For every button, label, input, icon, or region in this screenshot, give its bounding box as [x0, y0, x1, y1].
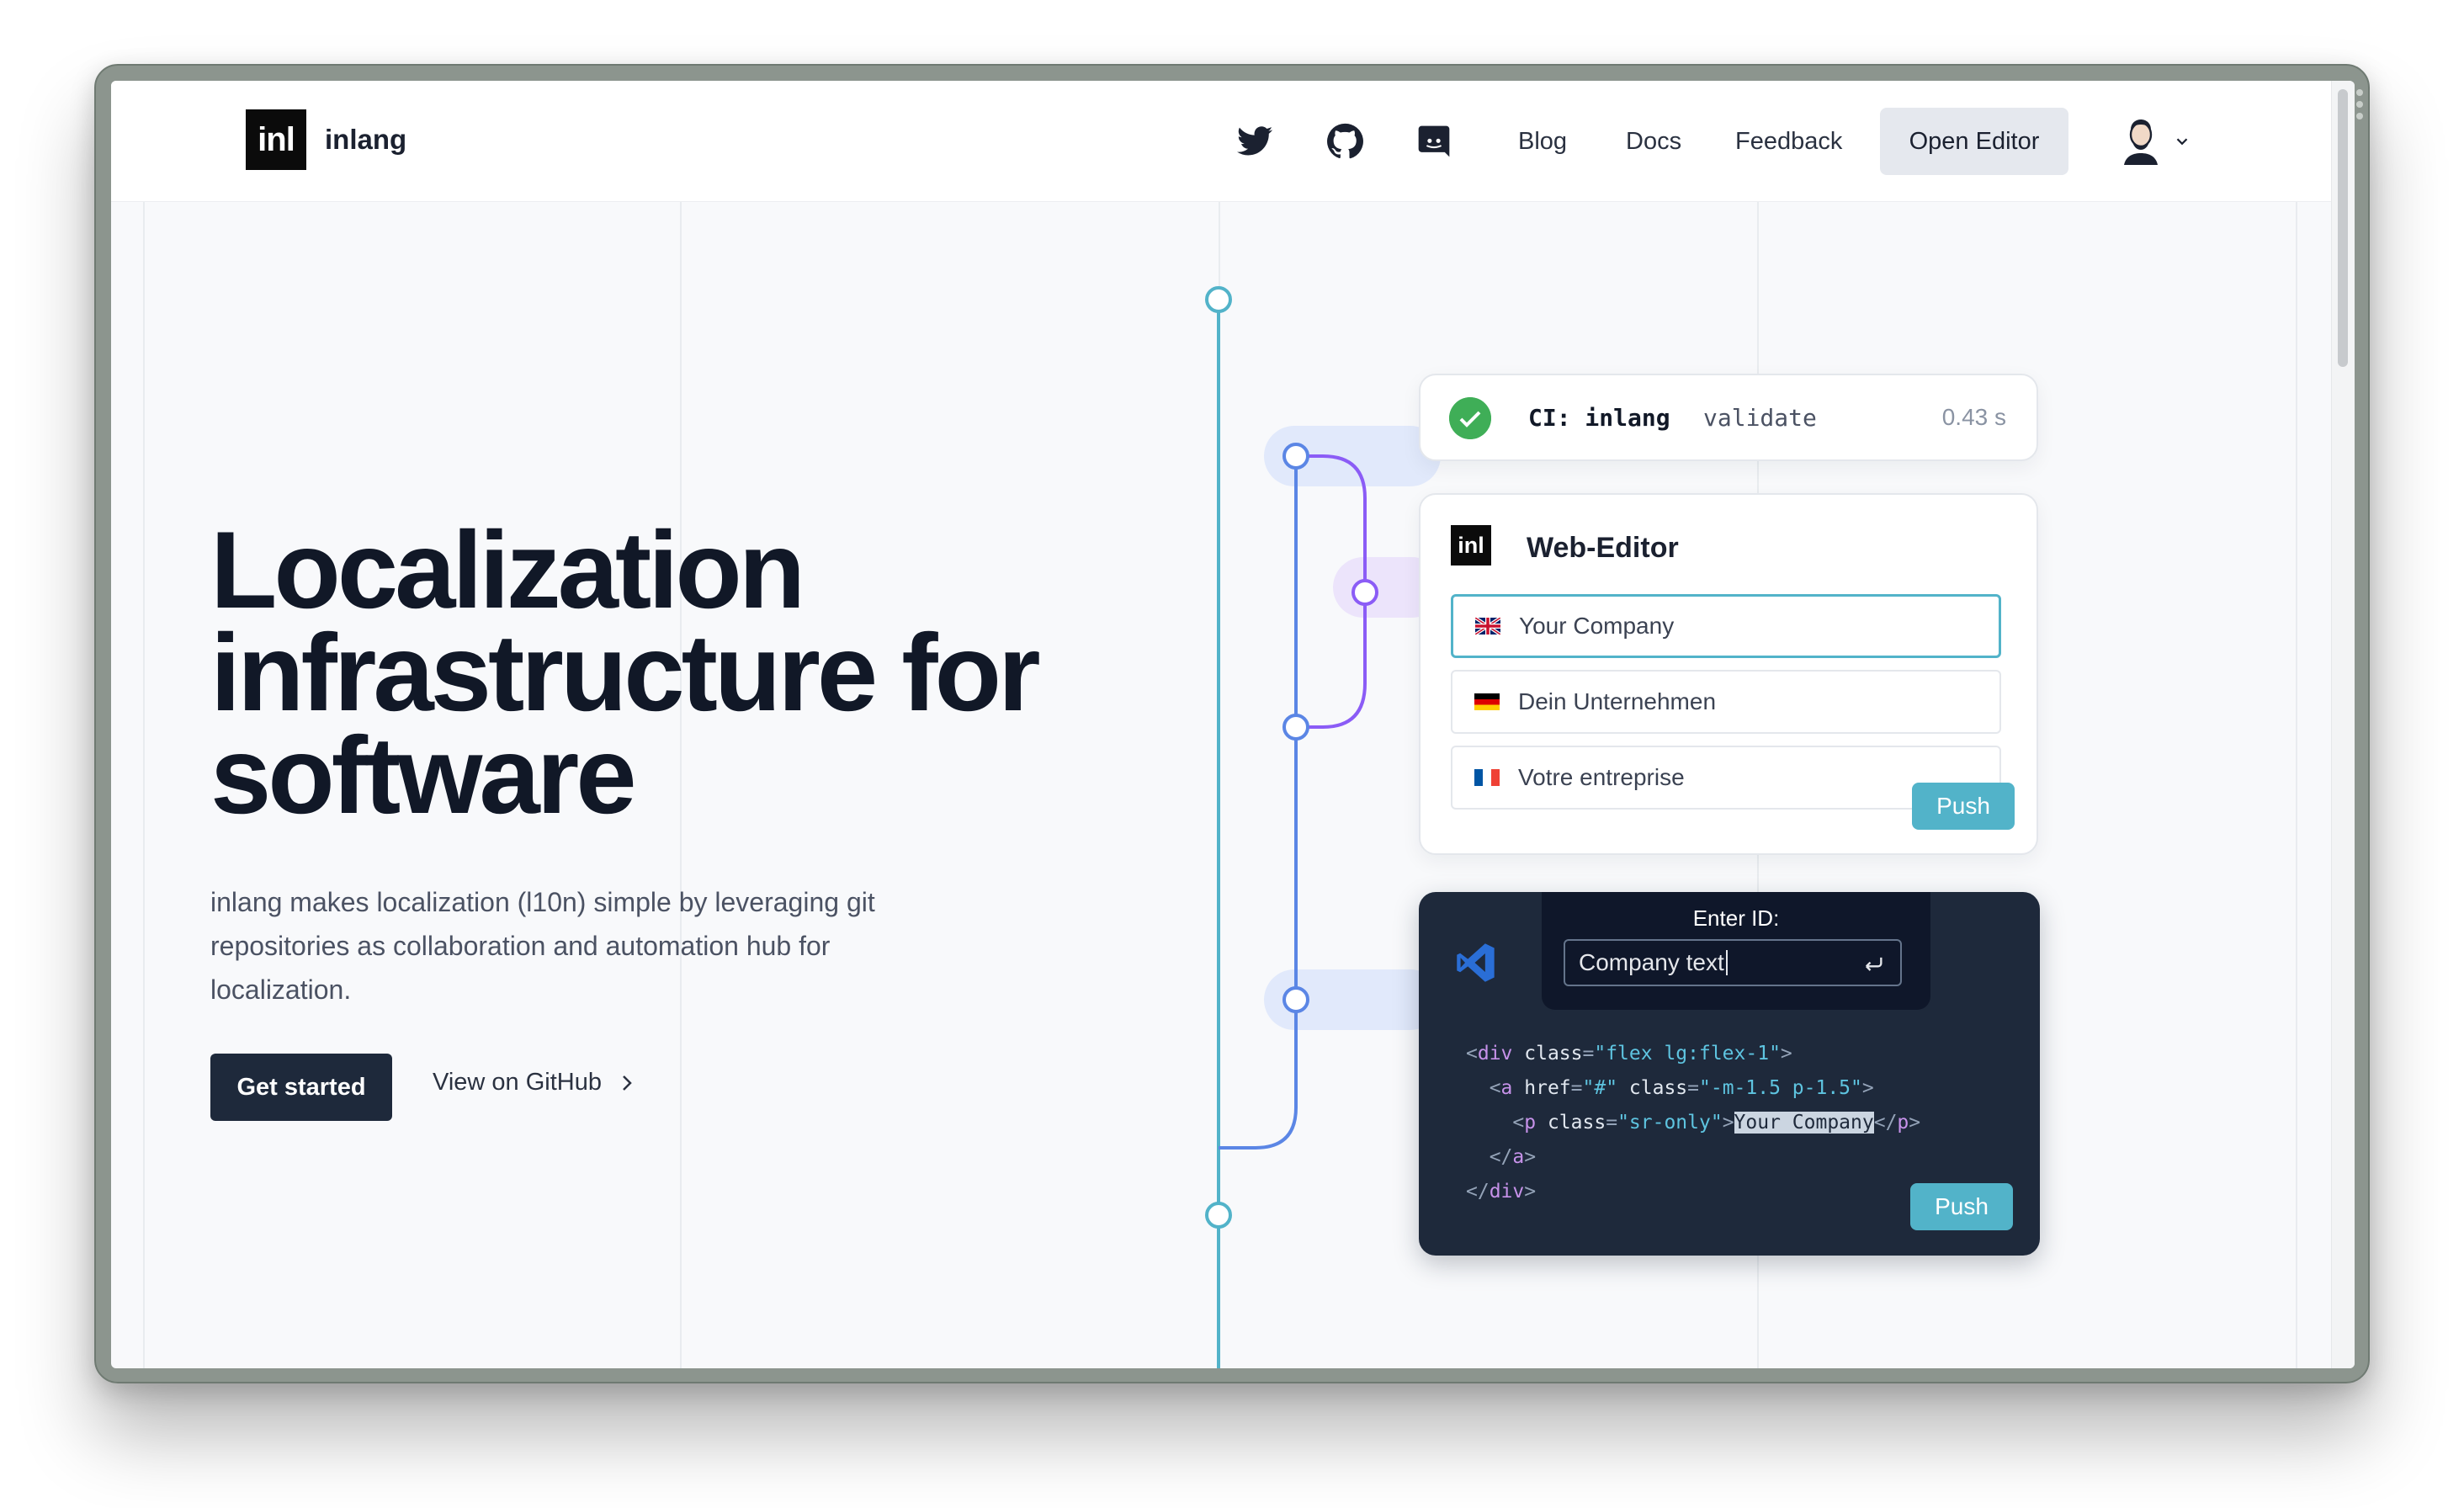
discord-icon[interactable]: [1415, 123, 1452, 160]
logo[interactable]: inl inlang: [246, 109, 406, 170]
highlighted-text: Your Company: [1734, 1112, 1874, 1134]
scrollbar-thumb[interactable]: [2338, 89, 2348, 367]
enter-id-value: Company text: [1579, 949, 1724, 975]
ci-status-card: CI: inlang validate 0.43 s: [1419, 374, 2038, 461]
twitter-icon[interactable]: [1237, 123, 1274, 160]
check-circle-icon: [1449, 397, 1491, 439]
chevron-right-icon: [623, 1075, 632, 1091]
enter-id-label: Enter ID:: [1692, 905, 1780, 931]
code-line: </div>: [1466, 1181, 1537, 1203]
page-viewport: inl inlang Blog Docs Feedback Open Edito…: [111, 81, 2355, 1368]
hero-description: inlang makes localization (l10n) simple …: [210, 887, 875, 1005]
code-snippet: <div class="flex lg:flex-1"> <a href="#"…: [1466, 1037, 1920, 1209]
view-on-github-link[interactable]: View on GitHub: [433, 1069, 634, 1096]
web-editor-card: inl Web-Editor Your Company Dein Unterne…: [1419, 493, 2038, 855]
germany-flag-icon: [1474, 693, 1500, 710]
scrollbar[interactable]: [2331, 81, 2355, 1368]
field-value: Your Company: [1519, 613, 1675, 639]
nav-link-blog[interactable]: Blog: [1518, 123, 1567, 160]
browser-frame: inl inlang Blog Docs Feedback Open Edito…: [94, 64, 2370, 1383]
france-flag-icon: [1474, 769, 1500, 786]
logo-text: inlang: [325, 124, 407, 155]
open-editor-button[interactable]: Open Editor: [1880, 108, 2068, 175]
hero-title: Localization infrastructure for software: [210, 508, 1041, 836]
text-caret: [1725, 950, 1728, 975]
code-line: </a>: [1466, 1146, 1537, 1168]
logo-mark: inl: [246, 109, 306, 170]
enter-id-palette: Enter ID: Company text: [1542, 892, 1930, 1010]
enter-return-icon: [1866, 957, 1883, 971]
web-editor-logo: inl: [1451, 525, 1491, 566]
github-icon[interactable]: [1326, 123, 1363, 160]
uk-flag-icon: [1475, 618, 1500, 635]
push-button[interactable]: Push: [1910, 1183, 2013, 1230]
web-editor-title: Web-Editor: [1527, 532, 1679, 564]
code-line: <p class="sr-only">Your Company</p>: [1466, 1112, 1921, 1134]
vscode-icon: [1457, 943, 1495, 982]
field-value: Dein Unternehmen: [1518, 688, 1717, 714]
grid-line: [2296, 202, 2297, 1368]
code-editor-card: Enter ID: Company text <div class="flex …: [1419, 892, 2040, 1256]
nav-link-feedback[interactable]: Feedback: [1735, 123, 1842, 160]
view-on-github-label: View on GitHub: [433, 1069, 602, 1096]
avatar: [2124, 119, 2158, 165]
ci-label: CI: inlang: [1528, 404, 1670, 432]
translation-field-en[interactable]: Your Company: [1451, 594, 2001, 658]
nav-link-docs[interactable]: Docs: [1626, 123, 1681, 160]
push-button[interactable]: Push: [1912, 783, 2015, 830]
code-line: <a href="#" class="-m-1.5 p-1.5">: [1466, 1077, 1874, 1099]
user-menu[interactable]: [2121, 118, 2191, 165]
frame-handle: [2356, 89, 2365, 125]
grid-line: [143, 202, 145, 1368]
branch-highlight: [1264, 426, 1441, 486]
branch-highlight: [1264, 969, 1441, 1030]
top-navbar: inl inlang Blog Docs Feedback Open Edito…: [111, 81, 2331, 202]
translation-field-de[interactable]: Dein Unternehmen: [1451, 670, 2001, 734]
chevron-down-icon: [2176, 138, 2188, 146]
field-value: Votre entreprise: [1518, 764, 1685, 790]
ci-command: validate: [1703, 404, 1817, 432]
code-line: <div class="flex lg:flex-1">: [1466, 1043, 1792, 1065]
ci-duration: 0.43 s: [1941, 404, 2006, 430]
get-started-button[interactable]: Get started: [210, 1054, 392, 1121]
enter-id-input[interactable]: Company text: [1564, 939, 1902, 986]
